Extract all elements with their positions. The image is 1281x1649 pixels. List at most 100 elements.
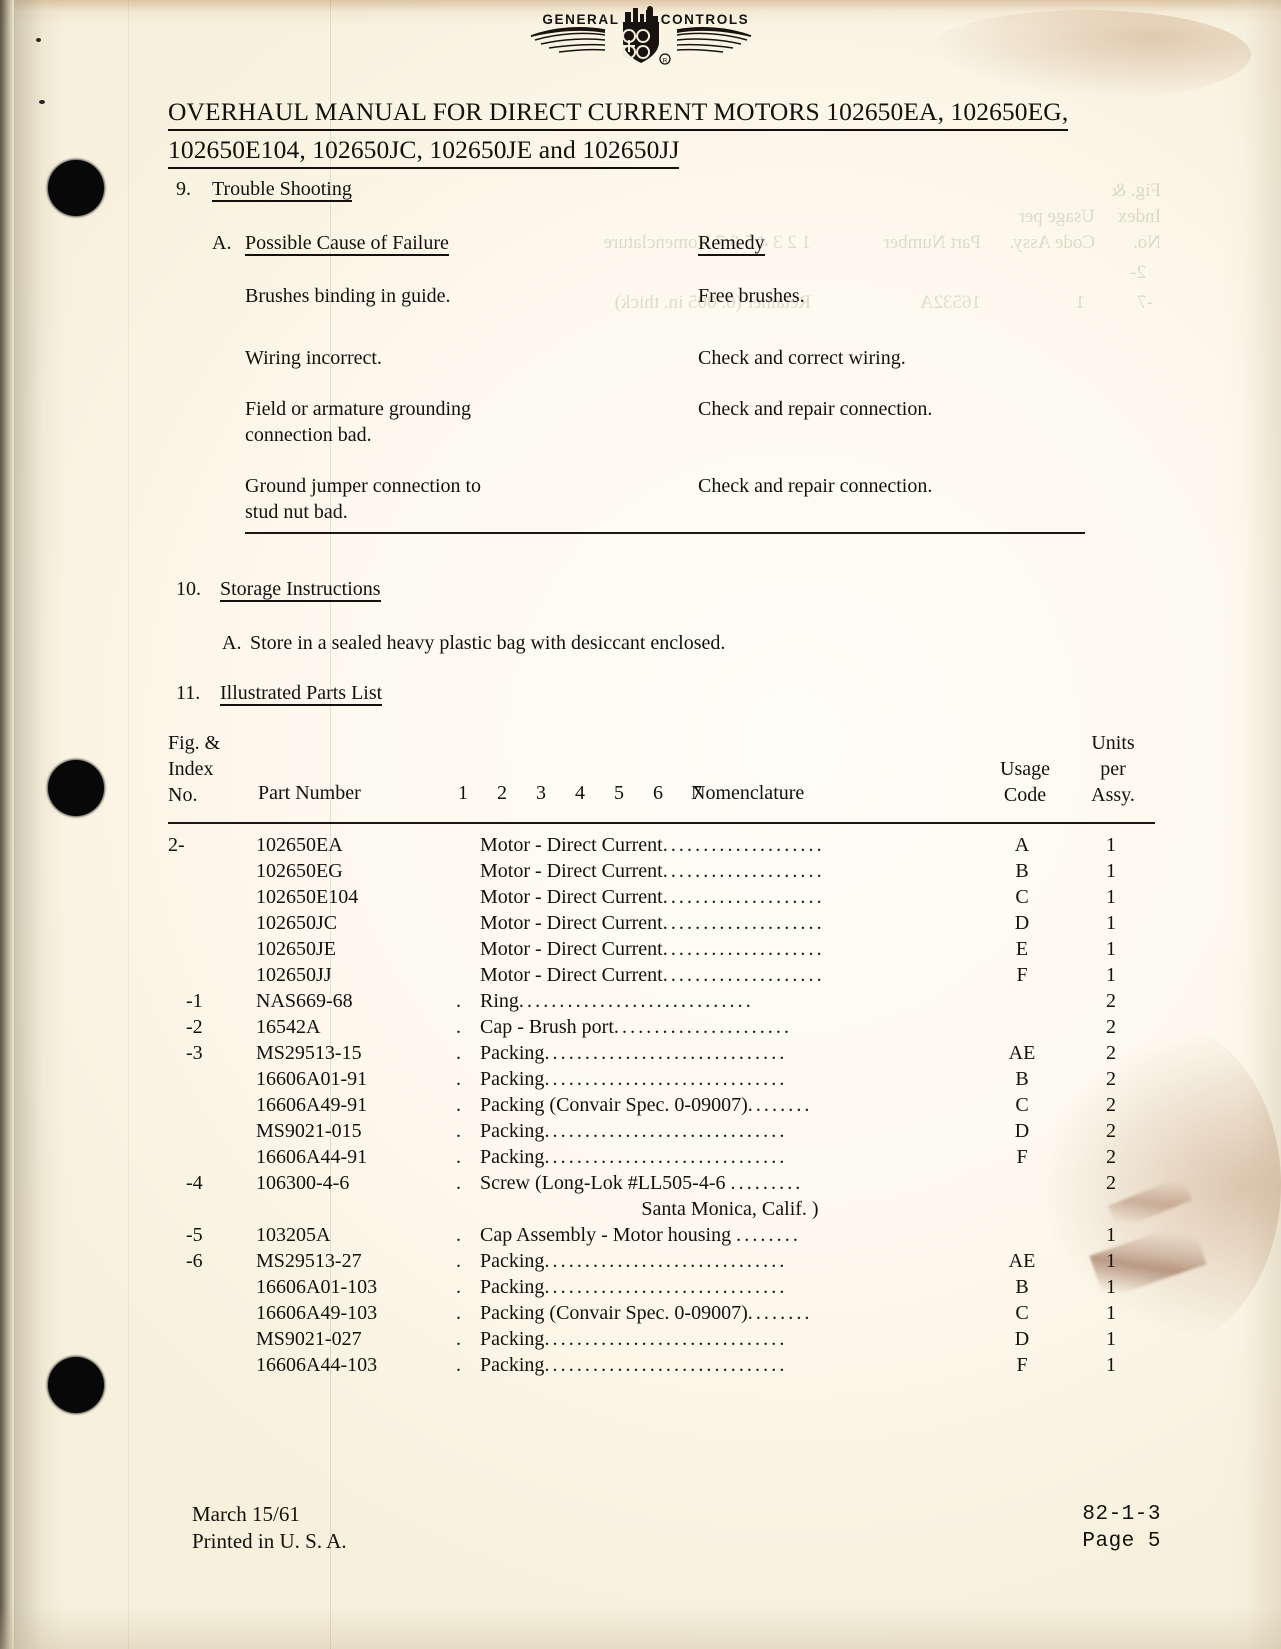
- parts-row-units-per-assy: 1: [1106, 860, 1116, 882]
- page-title-line-1: OVERHAUL MANUAL FOR DIRECT CURRENT MOTOR…: [168, 96, 1069, 131]
- trouble-shooting-row: Wiring incorrect. Check and correct wirin…: [245, 345, 1115, 371]
- parts-row-nomenclature: Packing..............................: [480, 1042, 788, 1064]
- parts-row-part-number: MS29513-15: [256, 1042, 362, 1064]
- parts-row-nomenclature: Ring.............................: [480, 990, 754, 1012]
- trouble-shooting-remedy: Free brushes.: [698, 285, 805, 307]
- header-units: Units: [1091, 732, 1135, 754]
- parts-row-part-number: NAS669-68: [256, 990, 353, 1012]
- storage-item-letter: A.: [222, 632, 242, 654]
- parts-row-leader-dots: .........: [730, 1172, 804, 1194]
- brand-text-right: CONTROLS: [660, 12, 749, 27]
- parts-row-part-number: 16606A44-103: [256, 1354, 378, 1376]
- trouble-shooting-row: Field or armature grounding connection ba…: [245, 396, 1115, 446]
- parts-row-units-per-assy: 1: [1106, 886, 1116, 908]
- parts-row-units-per-assy: 1: [1106, 1224, 1116, 1246]
- parts-row-units-per-assy: 1: [1106, 1276, 1116, 1298]
- trouble-shooting-row: Brushes binding in guide. Free brushes.: [245, 283, 1115, 309]
- parts-row-part-number: 102650EG: [256, 860, 343, 882]
- parts-row-level-dot: .: [456, 990, 461, 1012]
- parts-row-units-per-assy: 1: [1106, 1328, 1116, 1350]
- parts-row-usage-code: F: [1016, 964, 1028, 986]
- parts-row-nomenclature: Packing..............................: [480, 1276, 788, 1298]
- parts-table-row: 16606A49-91. Packing (Convair Spec. 0-090…: [168, 1094, 1158, 1120]
- parts-row-index: -1: [186, 990, 203, 1012]
- parts-table-row: -4 106300-4-6. Screw (Long-Lok #LL505-4-6 …: [168, 1172, 1158, 1198]
- parts-table-row: -3 MS29513-15. Packing....................…: [168, 1042, 1158, 1068]
- parts-row-level-dot: .: [456, 1068, 461, 1090]
- parts-row-index: -3: [186, 1042, 203, 1064]
- trouble-shooting-cause: Field or armature grounding connection ba…: [245, 398, 472, 446]
- section-10-number: 10.: [176, 578, 201, 600]
- parts-table-row: 16606A44-103. Packing....................…: [168, 1354, 1158, 1380]
- parts-row-part-number: MS9021-015: [256, 1120, 362, 1142]
- parts-row-usage-code: AE: [1008, 1042, 1036, 1064]
- trouble-shooting-cause: Wiring incorrect.: [245, 347, 382, 369]
- parts-row-part-number: 16606A01-103: [256, 1276, 378, 1298]
- masthead-logo: R GENERAL CONTROLS: [0, 6, 1281, 68]
- section-11-heading: Illustrated Parts List: [220, 682, 383, 706]
- parts-row-nomenclature: Cap - Brush port......................: [480, 1016, 793, 1038]
- section-9-number: 9.: [176, 178, 191, 200]
- parts-table-row: 16606A01-103. Packing....................…: [168, 1276, 1158, 1302]
- footer-printed-in: Printed in U. S. A.: [192, 1529, 347, 1553]
- parts-row-level-dot: .: [456, 1328, 461, 1350]
- page-title: OVERHAUL MANUAL FOR DIRECT CURRENT MOTOR…: [168, 96, 1118, 169]
- parts-row-level-dot: .: [456, 1276, 461, 1298]
- parts-table-row: 2- 102650EA Motor - Direct Current........…: [168, 834, 1158, 860]
- parts-row-index: 2-: [168, 834, 185, 856]
- parts-table-body: 2- 102650EA Motor - Direct Current........…: [168, 834, 1158, 1380]
- parts-row-leader-dots: ..............................: [544, 1328, 788, 1350]
- parts-row-units-per-assy: 1: [1106, 1354, 1116, 1376]
- parts-row-usage-code: B: [1015, 1068, 1029, 1090]
- header-fig: Fig. &: [168, 732, 221, 754]
- parts-row-part-number: 102650JE: [256, 938, 336, 960]
- parts-row-units-per-assy: 2: [1106, 1172, 1116, 1194]
- parts-row-units-per-assy: 1: [1106, 938, 1116, 960]
- parts-table-row: 102650EG Motor - Direct Current..........…: [168, 860, 1158, 886]
- parts-row-part-number: 16542A: [256, 1016, 321, 1038]
- parts-row-part-number: 16606A01-91: [256, 1068, 368, 1090]
- parts-row-index: -2: [186, 1016, 203, 1038]
- parts-row-part-number: 103205A: [256, 1224, 331, 1246]
- parts-row-leader-dots: ....................: [662, 834, 825, 856]
- parts-row-level-dot: .: [456, 1250, 461, 1272]
- parts-row-index: -6: [186, 1250, 203, 1272]
- header-index: Index: [168, 758, 214, 780]
- section-11-number: 11.: [176, 682, 201, 704]
- parts-table-row: Santa Monica, Calif. ): [168, 1198, 1158, 1224]
- footer-right: 82-1-3 Page 5: [1082, 1501, 1161, 1555]
- parts-row-nomenclature: Motor - Direct Current..................…: [480, 912, 825, 934]
- trouble-shooting-remedy: Check and correct wiring.: [698, 347, 906, 369]
- parts-row-part-number: 102650E104: [256, 886, 359, 908]
- parts-table-row: -5 103205A. Cap Assembly - Motor housing .…: [168, 1224, 1158, 1250]
- header-assy: Assy.: [1091, 784, 1135, 806]
- parts-row-units-per-assy: 2: [1106, 990, 1116, 1012]
- parts-row-units-per-assy: 2: [1106, 1068, 1116, 1090]
- parts-row-leader-dots: ..............................: [544, 1276, 788, 1298]
- header-code: Code: [1003, 784, 1047, 806]
- parts-row-leader-dots: ..............................: [544, 1068, 788, 1090]
- parts-table-row: MS9021-027. Packing......................…: [168, 1328, 1158, 1354]
- parts-row-units-per-assy: 2: [1106, 1094, 1116, 1116]
- parts-row-leader-dots: ....................: [662, 886, 825, 908]
- parts-row-leader-dots: ..............................: [544, 1354, 788, 1376]
- header-per: per: [1100, 758, 1126, 780]
- winged-shield-logo-icon: R GENERAL CONTROLS: [530, 6, 751, 65]
- parts-row-leader-dots: ....................: [662, 912, 825, 934]
- parts-table-row: -1 NAS669-68. Ring........................…: [168, 990, 1158, 1016]
- parts-row-leader-dots: .............................: [518, 990, 754, 1012]
- parts-row-nomenclature: Motor - Direct Current..................…: [480, 964, 825, 986]
- parts-row-leader-dots: ....................: [662, 938, 825, 960]
- section-10-heading: Storage Instructions: [220, 578, 381, 602]
- parts-table-header-rule: [168, 822, 1155, 824]
- parts-row-leader-dots: ....................: [662, 860, 825, 882]
- header-part-number: Part Number: [258, 782, 361, 804]
- parts-row-nomenclature: Packing..............................: [480, 1120, 788, 1142]
- footer-date: March 15/61: [192, 1502, 300, 1526]
- parts-row-usage-code: C: [1015, 886, 1029, 908]
- parts-row-leader-dots: ......................: [613, 1016, 793, 1038]
- svg-text:R: R: [662, 57, 667, 64]
- parts-row-leader-dots: ........: [736, 1224, 801, 1246]
- parts-row-level-dot: .: [456, 1302, 461, 1324]
- trouble-shooting-row: Ground jumper connection to stud nut bad.…: [245, 473, 1115, 523]
